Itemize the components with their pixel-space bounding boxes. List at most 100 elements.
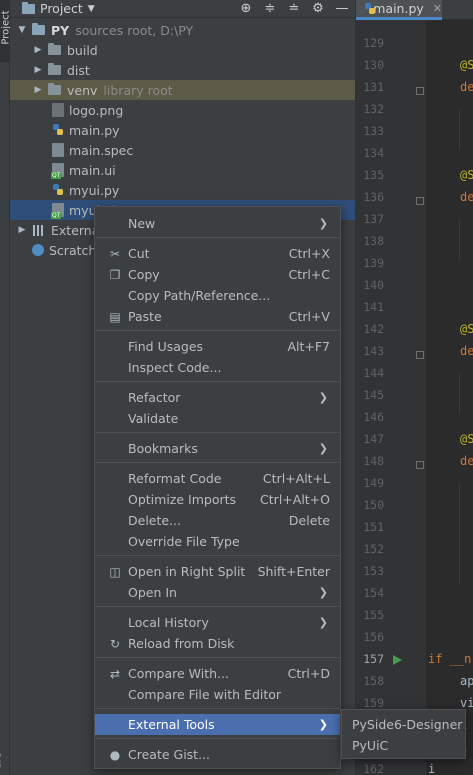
menu-item-new[interactable]: New ❯: [95, 213, 340, 234]
menu-item-create-gist[interactable]: ● Create Gist...: [95, 744, 340, 765]
menu-item-label: Local History: [128, 615, 209, 630]
chevron-right-icon[interactable]: ▶: [16, 225, 28, 235]
menu-item-find-usages[interactable]: Find Usages Alt+F7: [95, 336, 340, 357]
line-number: 144: [363, 366, 384, 380]
gear-icon[interactable]: ⚙: [311, 1, 325, 16]
tool-window-strip: Project ure: [0, 0, 12, 775]
menu-item-label: Delete...: [128, 513, 181, 528]
fold-marker-icon[interactable]: [416, 197, 424, 205]
project-panel-title: Project: [40, 1, 83, 16]
menu-item-paste[interactable]: ▤ Paste Ctrl+V: [95, 306, 340, 327]
code-line: ap: [460, 674, 473, 688]
structure-tool-tab-label[interactable]: ure: [0, 752, 4, 768]
menu-item-compare-file-with-editor[interactable]: Compare File with Editor: [95, 684, 340, 705]
menu-item-open-in-right-split[interactable]: ◫ Open in Right Split Shift+Enter: [95, 561, 340, 582]
line-number: 138: [363, 234, 384, 248]
expand-all-icon[interactable]: ≑: [263, 1, 277, 16]
indent-guide: [459, 110, 460, 150]
tree-item-main-ui[interactable]: main.ui: [10, 160, 355, 180]
tree-item-venv[interactable]: ▶ venv library root: [10, 80, 355, 100]
menu-item-label: Inspect Code...: [128, 360, 222, 375]
library-icon: [32, 223, 46, 237]
fold-marker-icon[interactable]: [416, 461, 424, 469]
project-folder-icon: [22, 1, 35, 14]
menu-item-local-history[interactable]: Local History ❯: [95, 612, 340, 633]
scratches-icon: [32, 244, 44, 256]
tree-item-main-spec[interactable]: main.spec: [10, 140, 355, 160]
chevron-down-icon: ▼: [87, 3, 95, 14]
menu-item-copy[interactable]: ❐ Copy Ctrl+C: [95, 264, 340, 285]
menu-item-pyside6-designer[interactable]: PySide6-Designer: [342, 714, 465, 735]
tree-item-label: PY: [51, 22, 70, 38]
menu-separator: [96, 432, 339, 433]
chevron-right-icon: ❯: [318, 391, 328, 404]
tree-root-py[interactable]: ▼ PY sources root, D:\PY: [10, 20, 355, 40]
menu-item-cut[interactable]: ✂ Cut Ctrl+X: [95, 243, 340, 264]
line-number: 130: [363, 58, 384, 72]
run-gutter-icon[interactable]: [393, 655, 402, 665]
python-file-icon: [52, 123, 64, 137]
indent-guide: [459, 220, 460, 260]
menu-item-copy-path-reference[interactable]: Copy Path/Reference...: [95, 285, 340, 306]
tree-item-label: main.ui: [69, 162, 116, 178]
chevron-down-icon[interactable]: ▼: [16, 25, 28, 35]
github-icon: ●: [109, 747, 121, 762]
qt-ui-file-icon: [51, 163, 64, 179]
menu-item-pyuic[interactable]: PyUiC: [342, 735, 465, 756]
menu-item-label: Cut: [128, 246, 150, 261]
project-view-selector[interactable]: Project ▼: [22, 1, 95, 16]
fold-marker-icon[interactable]: [416, 87, 424, 95]
menu-item-refactor[interactable]: Refactor ❯: [95, 387, 340, 408]
project-tool-tab[interactable]: Project: [0, 0, 12, 62]
chevron-right-icon[interactable]: ▶: [32, 85, 44, 95]
menu-item-bookmarks[interactable]: Bookmarks ❯: [95, 438, 340, 459]
tree-item-label: logo.png: [69, 102, 124, 118]
close-icon[interactable]: ✕: [433, 2, 442, 15]
menu-item-optimize-imports[interactable]: Optimize Imports Ctrl+Alt+O: [95, 489, 340, 510]
menu-item-shortcut: Alt+F7: [287, 339, 330, 354]
line-number: 150: [363, 498, 384, 512]
line-number: 148: [363, 454, 384, 468]
text-file-icon: [52, 143, 64, 157]
menu-item-label: Compare With...: [128, 666, 229, 681]
hide-icon[interactable]: —: [335, 1, 349, 16]
line-number: 152: [363, 542, 384, 556]
menu-item-override-file-type[interactable]: Override File Type: [95, 531, 340, 552]
tree-item-dist[interactable]: ▶ dist: [10, 60, 355, 80]
menu-item-validate[interactable]: Validate: [95, 408, 340, 429]
menu-item-label: Find Usages: [128, 339, 204, 354]
project-panel-header: Project ▼ ⊕ ≑ ≐ ⚙ —: [10, 0, 355, 18]
chevron-right-icon[interactable]: ▶: [32, 45, 44, 55]
tree-item-build[interactable]: ▶ build: [10, 40, 355, 60]
menu-item-shortcut: Ctrl+Alt+L: [262, 471, 330, 486]
tree-item-logo-png[interactable]: logo.png: [10, 100, 355, 120]
menu-item-label: Copy Path/Reference...: [128, 288, 271, 303]
line-number: 140: [363, 278, 384, 292]
tree-item-main-py[interactable]: main.py: [10, 120, 355, 140]
menu-separator: [96, 381, 339, 382]
locate-icon[interactable]: ⊕: [239, 1, 253, 16]
line-number: 156: [363, 630, 384, 644]
menu-item-compare-with[interactable]: ⇄ Compare With... Ctrl+D: [95, 663, 340, 684]
code-line: de: [460, 344, 473, 358]
menu-item-external-tools[interactable]: External Tools ❯: [95, 714, 340, 735]
menu-item-shortcut: Ctrl+X: [288, 246, 330, 261]
tree-item-myui-py[interactable]: myui.py: [10, 180, 355, 200]
collapse-all-icon[interactable]: ≐: [287, 1, 301, 16]
fold-marker-icon[interactable]: [416, 351, 424, 359]
menu-item-inspect-code[interactable]: Inspect Code...: [95, 357, 340, 378]
line-number: 134: [363, 146, 384, 160]
menu-item-reformat-code[interactable]: Reformat Code Ctrl+Alt+L: [95, 468, 340, 489]
menu-item-delete[interactable]: Delete... Delete: [95, 510, 340, 531]
tree-item-detail: sources root, D:\PY: [75, 22, 194, 38]
menu-item-open-in[interactable]: Open In ❯: [95, 582, 340, 603]
line-number: 162: [363, 762, 384, 775]
paste-icon: ▤: [109, 309, 121, 324]
chevron-right-icon[interactable]: ▶: [32, 65, 44, 75]
split-icon: ◫: [109, 564, 121, 579]
menu-item-reload-from-disk[interactable]: ↻ Reload from Disk: [95, 633, 340, 654]
menu-item-label: Open In: [128, 585, 177, 600]
tab-main-py[interactable]: main.py ✕: [356, 0, 442, 20]
menu-separator: [96, 462, 339, 463]
line-number: 147: [363, 432, 384, 446]
